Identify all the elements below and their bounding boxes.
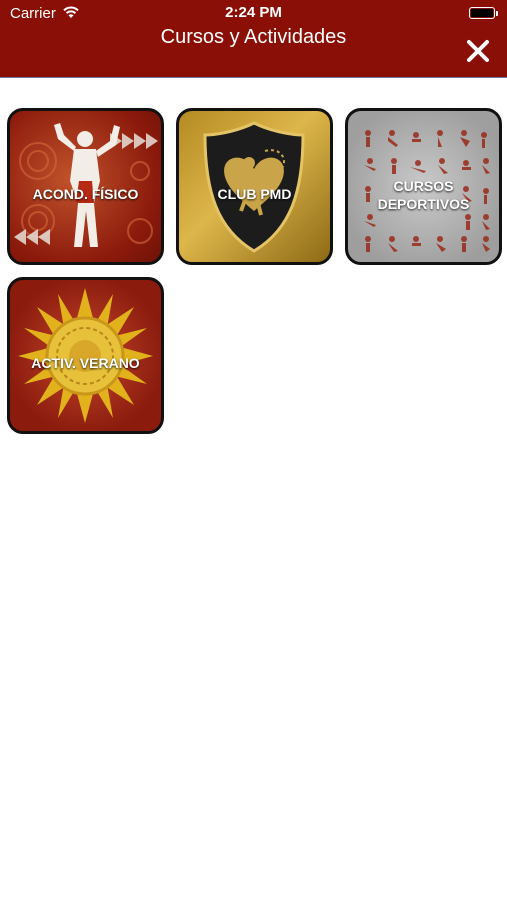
tile-label: ACOND. FÍSICO	[32, 186, 139, 202]
tile-acond-fisico[interactable]: ACOND. FÍSICO	[7, 108, 164, 265]
tile-label-line2: DEPORTIVOS	[377, 196, 470, 212]
status-time: 2:24 PM	[225, 4, 282, 21]
close-icon[interactable]	[465, 38, 491, 64]
page-title: Cursos y Actividades	[160, 26, 347, 48]
tile-club-pmd[interactable]: CLUB PMD	[176, 108, 333, 265]
tile-label: CURSOS DEPORTIVOS	[348, 177, 499, 213]
tile-label-line1: CURSOS	[393, 178, 454, 194]
tile-activ-verano[interactable]: ACTIV. VERANO	[7, 277, 164, 434]
tile-label: ACTIV. VERANO	[31, 355, 140, 371]
status-bar: Carrier 2:24 PM	[0, 0, 507, 26]
app-header: Carrier 2:24 PM Cursos y Actividades	[0, 0, 507, 78]
battery-icon	[469, 7, 498, 19]
tile-cursos-deportivos[interactable]: CURSOS DEPORTIVOS	[345, 108, 502, 265]
tile-label: CLUB PMD	[217, 186, 292, 202]
